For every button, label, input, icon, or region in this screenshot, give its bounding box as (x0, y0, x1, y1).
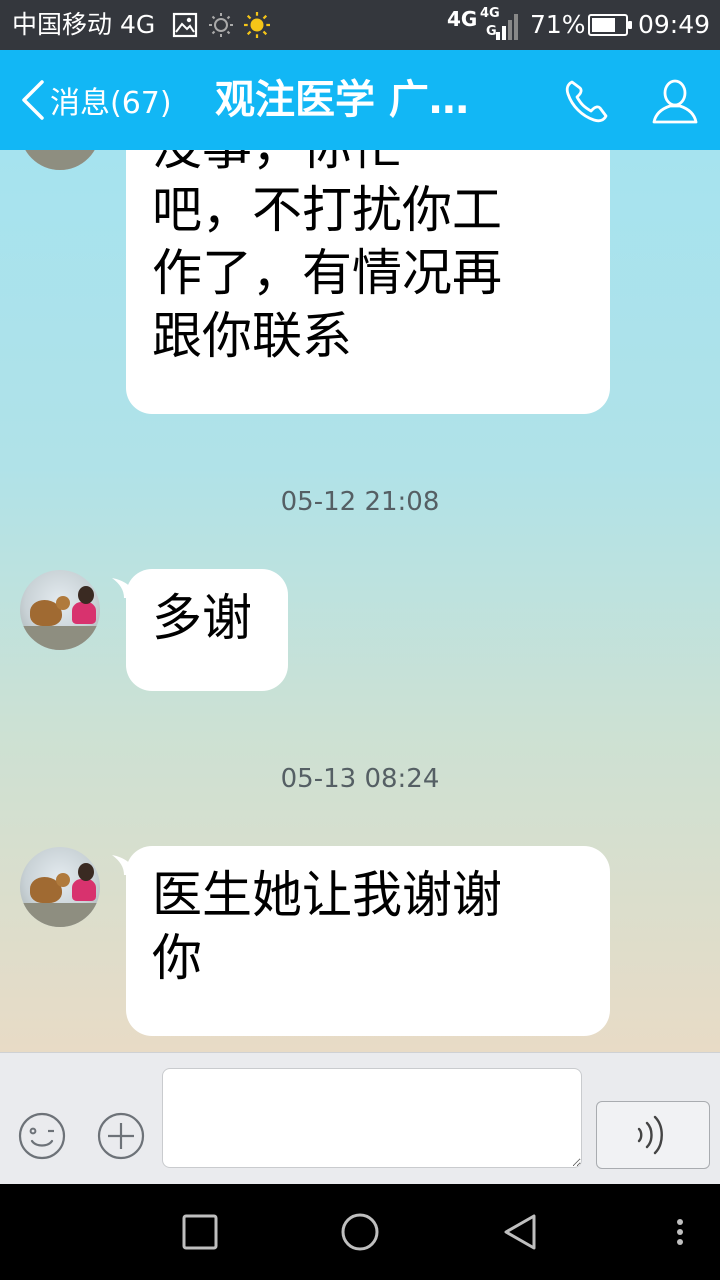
status-time: 09:49 (638, 10, 711, 39)
message-bubble[interactable]: 没事，你忙 吧，不打扰你工 作了，有情况再 跟你联系 (126, 150, 610, 414)
menu-icon[interactable] (660, 1208, 700, 1256)
back-icon[interactable] (496, 1208, 544, 1256)
plus-icon[interactable] (96, 1111, 146, 1161)
sun-icon (244, 12, 270, 38)
carrier-label: 中国移动 4G (12, 10, 156, 39)
chat-header: 消息(67) 观注医学 广… (0, 50, 720, 150)
message-text: 没事，你忙 吧，不打扰你工 作了，有情况再 跟你联系 (152, 150, 502, 365)
battery-percentage: 71% (530, 10, 586, 39)
image-icon (172, 12, 198, 38)
input-bar (0, 1052, 720, 1184)
message-input[interactable] (162, 1068, 582, 1168)
message-text: 多谢 (152, 589, 252, 647)
emoji-icon[interactable] (17, 1111, 67, 1161)
network-type-4g: 4G (447, 7, 478, 31)
avatar[interactable] (20, 570, 100, 650)
timestamp: 05-12 21:08 (280, 487, 440, 517)
message-bubble[interactable]: 医生她让我谢谢 你 (126, 846, 610, 1036)
timestamp: 05-13 08:24 (280, 764, 440, 794)
navigation-bar (0, 1184, 720, 1280)
recent-apps-icon[interactable] (176, 1208, 224, 1256)
signal-icon (496, 14, 518, 40)
avatar[interactable] (20, 150, 100, 170)
avatar[interactable] (20, 847, 100, 927)
back-chevron-icon (22, 80, 44, 120)
home-icon[interactable] (336, 1208, 384, 1256)
status-bar: 中国移动 4G 4G 4G G 71% 09:49 (0, 0, 720, 50)
voice-icon (637, 1115, 663, 1155)
chat-area[interactable]: 没事，你忙 吧，不打扰你工 作了，有情况再 跟你联系 05-12 21:08 多… (0, 150, 720, 1052)
phone-icon[interactable] (562, 76, 612, 126)
back-label: 消息(67) (50, 86, 172, 121)
chat-title: 观注医学 广… (215, 77, 469, 123)
brightness-icon (209, 13, 233, 37)
message-text: 医生她让我谢谢 你 (152, 866, 502, 987)
profile-icon[interactable] (650, 76, 700, 126)
message-bubble[interactable]: 多谢 (126, 569, 288, 691)
battery-icon (588, 14, 632, 36)
back-button[interactable]: 消息(67) (18, 72, 172, 128)
voice-button[interactable] (596, 1101, 710, 1169)
